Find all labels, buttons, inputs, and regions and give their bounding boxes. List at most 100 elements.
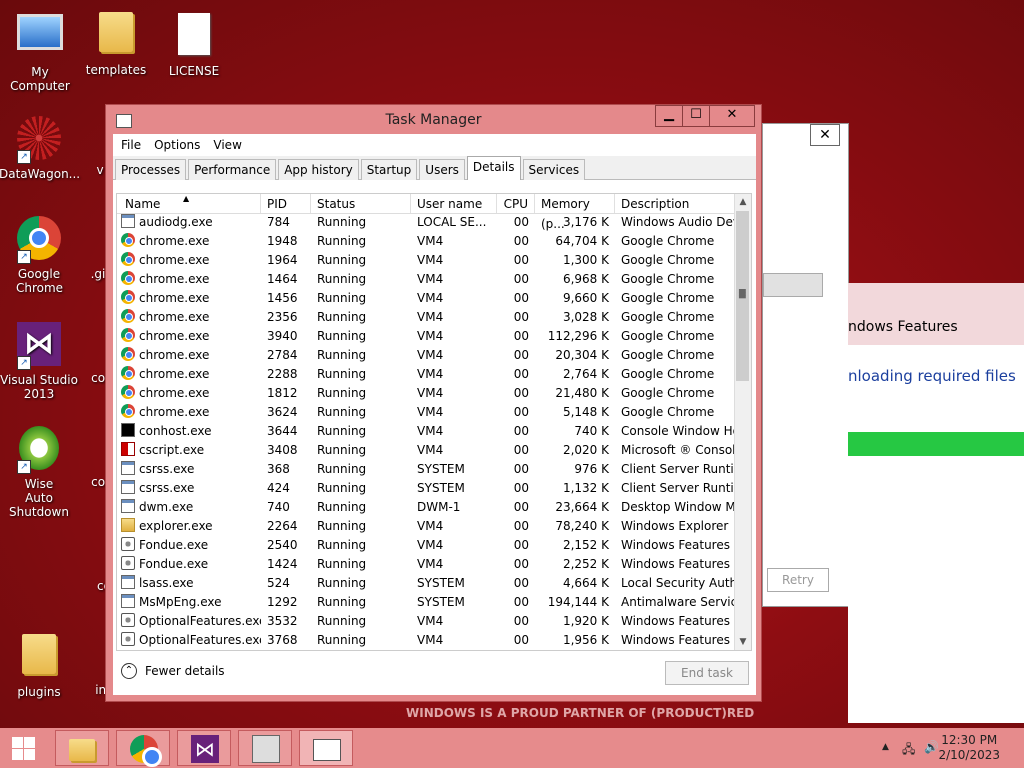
table-row[interactable]: chrome.exe 3940 Running VM4 00 112,296 K Googl… xyxy=(117,327,737,346)
user-name-cell: VM4 xyxy=(417,310,444,324)
desktop-icon-my-computer[interactable]: My Computer xyxy=(0,10,80,93)
table-row[interactable]: audiodg.exe 784 Running LOCAL SE... 00 3,176 … xyxy=(117,213,737,232)
tab-processes[interactable]: Processes xyxy=(115,159,187,180)
process-name: chrome.exe xyxy=(139,405,210,419)
table-row[interactable]: cscript.exe 3408 Running VM4 00 2,020 K Micros… xyxy=(117,441,737,460)
table-row[interactable]: chrome.exe 1456 Running VM4 00 9,660 K Google … xyxy=(117,289,737,308)
table-row[interactable]: chrome.exe 1948 Running VM4 00 64,704 K Google… xyxy=(117,232,737,251)
tab-users[interactable]: Users xyxy=(419,159,465,180)
desktop-icon-google-chrome[interactable]: ↗ Google Chrome xyxy=(0,214,79,295)
table-row[interactable]: explorer.exe 2264 Running VM4 00 78,240 K Wind… xyxy=(117,517,737,536)
process-name: chrome.exe xyxy=(139,234,210,248)
user-name-cell: VM4 xyxy=(417,557,444,571)
user-name-cell: LOCAL SE... xyxy=(417,215,487,229)
table-row[interactable]: OptionalFeatures.exe 3532 Running VM4 00 1,92… xyxy=(117,612,737,631)
process-name: OptionalFeatures.exe xyxy=(139,633,261,647)
description-cell: Microsoft ® Consol... xyxy=(621,443,737,457)
process-name-cell: chrome.exe xyxy=(117,327,261,346)
gear-icon xyxy=(121,537,135,551)
column-header-pid[interactable]: PID xyxy=(261,194,311,213)
column-header-cpu[interactable]: CPU xyxy=(497,194,535,213)
table-row[interactable]: chrome.exe 2288 Running VM4 00 2,764 K Google … xyxy=(117,365,737,384)
column-header-description[interactable]: Description xyxy=(615,194,737,213)
status-cell: Running xyxy=(317,481,367,495)
tab-details[interactable]: Details xyxy=(466,156,521,180)
vertical-scrollbar[interactable]: ▲ ▬ ▬ ▬ ▼ xyxy=(734,194,751,650)
shortcut-arrow-icon: ↗ xyxy=(17,460,31,474)
table-row[interactable]: MsMpEng.exe 1292 Running SYSTEM 00 194,144 K A… xyxy=(117,593,737,612)
window-icon xyxy=(121,594,135,608)
taskbar-file-explorer[interactable] xyxy=(55,730,109,766)
process-name-cell: OptionalFeatures.exe xyxy=(117,612,261,631)
menu-view[interactable]: View xyxy=(211,134,248,156)
close-button[interactable]: ✕ xyxy=(709,105,755,127)
pid-cell: 740 xyxy=(267,500,290,514)
tab-app-history[interactable]: App history xyxy=(278,159,359,180)
chrome-icon xyxy=(121,271,135,285)
table-row[interactable]: csrss.exe 368 Running SYSTEM 00 976 K Client S… xyxy=(117,460,737,479)
table-row[interactable]: lsass.exe 524 Running SYSTEM 00 4,664 K Local … xyxy=(117,574,737,593)
status-cell: Running xyxy=(317,234,367,248)
column-header-user-name[interactable]: User name xyxy=(411,194,497,213)
computer-icon xyxy=(17,14,63,50)
user-name-cell: VM4 xyxy=(417,614,444,628)
table-row[interactable]: chrome.exe 1812 Running VM4 00 21,480 K Google… xyxy=(117,384,737,403)
features-icon xyxy=(252,735,280,763)
table-row[interactable]: OptionalFeatures.exe 3768 Running VM4 00 1,95… xyxy=(117,631,737,650)
user-name-cell: VM4 xyxy=(417,633,444,647)
process-name: OptionalFeatures.exe xyxy=(139,614,261,628)
show-hidden-icons-icon[interactable]: ▲ xyxy=(882,742,889,752)
taskbar-windows-features[interactable] xyxy=(238,730,292,766)
column-header-memory[interactable]: Memory (p... xyxy=(535,194,615,231)
table-row[interactable]: conhost.exe 3644 Running VM4 00 740 K Console … xyxy=(117,422,737,441)
memory-cell: 112,296 K xyxy=(547,329,609,343)
table-row[interactable]: chrome.exe 2784 Running VM4 00 20,304 K Google… xyxy=(117,346,737,365)
tab-startup[interactable]: Startup xyxy=(360,159,418,180)
table-row[interactable]: chrome.exe 1964 Running VM4 00 1,300 K Google … xyxy=(117,251,737,270)
fewer-details-button[interactable]: ⌃ Fewer details xyxy=(121,663,225,679)
process-name-cell: chrome.exe xyxy=(117,365,261,384)
chrome-icon xyxy=(121,252,135,266)
table-row[interactable]: chrome.exe 2356 Running VM4 00 3,028 K Google … xyxy=(117,308,737,327)
desktop-icon-license[interactable]: LICENSE xyxy=(154,10,234,78)
process-name-cell: dwm.exe xyxy=(117,498,261,517)
table-row[interactable]: chrome.exe 3624 Running VM4 00 5,148 K Google … xyxy=(117,403,737,422)
taskbar-chrome[interactable] xyxy=(116,730,170,767)
tab-performance[interactable]: Performance xyxy=(188,159,277,180)
desktop-icon-visual-studio[interactable]: ⋈ ↗ Visual Studio 2013 xyxy=(0,320,79,401)
maximize-button[interactable]: ☐ xyxy=(682,105,710,127)
column-header-name[interactable]: Name ▲ xyxy=(117,194,261,213)
menu-file[interactable]: File xyxy=(119,134,148,156)
pid-cell: 3940 xyxy=(267,329,298,343)
taskbar-task-manager[interactable] xyxy=(299,730,353,766)
desktop-icon-wise-auto-shutdown[interactable]: ↗ Wise Auto Shutdown xyxy=(0,424,79,519)
start-button[interactable] xyxy=(0,728,50,768)
clock[interactable]: 12:30 PM 2/10/2023 xyxy=(938,733,1000,763)
memory-cell: 9,660 K xyxy=(562,291,609,305)
table-row[interactable]: chrome.exe 1464 Running VM4 00 6,968 K Google … xyxy=(117,270,737,289)
chevron-up-icon: ⌃ xyxy=(121,663,137,679)
table-row[interactable]: dwm.exe 740 Running DWM-1 00 23,664 K Desktop … xyxy=(117,498,737,517)
end-task-button[interactable]: End task xyxy=(665,661,749,685)
table-row[interactable]: Fondue.exe 2540 Running VM4 00 2,152 K Windows… xyxy=(117,536,737,555)
process-name-cell: OptionalFeatures.exe xyxy=(117,631,261,650)
user-name-cell: VM4 xyxy=(417,424,444,438)
close-button[interactable]: ✕ xyxy=(810,124,840,146)
window-icon xyxy=(121,214,135,228)
cpu-cell: 00 xyxy=(513,614,529,628)
taskbar-visual-studio[interactable]: ⋈ xyxy=(177,730,231,766)
process-name: chrome.exe xyxy=(139,253,210,267)
table-row[interactable]: Fondue.exe 1424 Running VM4 00 2,252 K Windows… xyxy=(117,555,737,574)
column-header-status[interactable]: Status xyxy=(311,194,411,213)
menu-options[interactable]: Options xyxy=(152,134,207,156)
network-icon[interactable]: 🖧 xyxy=(902,740,915,761)
scroll-down-icon[interactable]: ▼ xyxy=(735,634,751,650)
table-row[interactable]: csrss.exe 424 Running SYSTEM 00 1,132 K Client… xyxy=(117,479,737,498)
minimize-button[interactable]: ▁ xyxy=(655,105,683,127)
scroll-up-icon[interactable]: ▲ xyxy=(735,194,751,210)
table-rows: audiodg.exe 784 Running LOCAL SE... 00 3,176 … xyxy=(117,213,737,650)
retry-button[interactable]: Retry xyxy=(767,568,829,592)
tab-services[interactable]: Services xyxy=(522,159,586,180)
desktop-icon-templates[interactable]: templates xyxy=(76,8,156,77)
volume-icon[interactable]: 🔊 xyxy=(924,740,939,754)
